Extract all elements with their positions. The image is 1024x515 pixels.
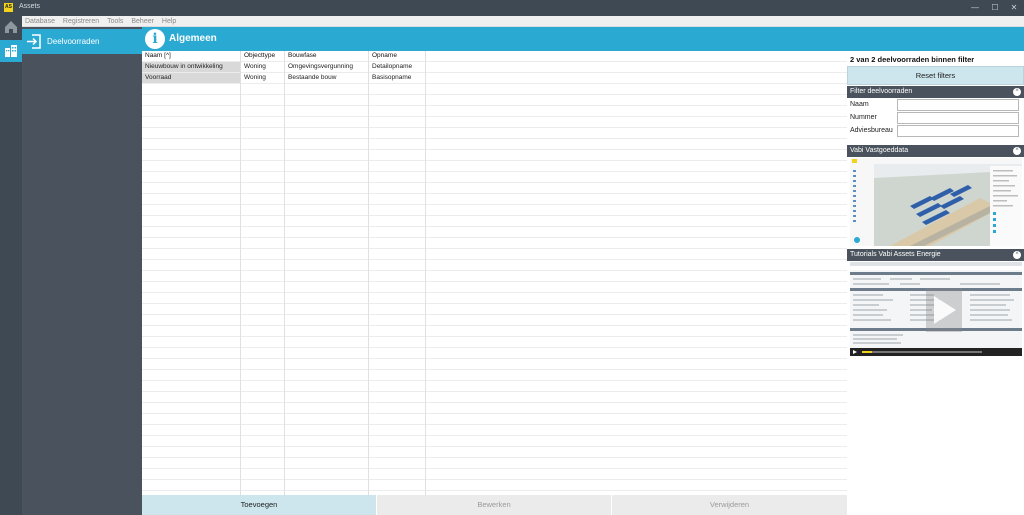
naam-field[interactable]	[897, 99, 1019, 111]
filter-row-naam: Naam	[847, 99, 1024, 111]
app-logo-icon: AS	[4, 3, 13, 12]
adviesbureau-field[interactable]	[897, 125, 1019, 137]
buildings-button[interactable]	[0, 40, 22, 62]
vastgoeddata-section-title: Vabi Vastgoeddata	[850, 147, 909, 154]
menu-tools[interactable]: Tools	[104, 16, 126, 27]
table-row-2-bouwfase[interactable]: Bestaande bouw	[285, 73, 368, 83]
menu-registreren[interactable]: Registreren	[60, 16, 102, 27]
section-header: i Algemeen	[142, 27, 1024, 51]
nav-panel: Deelvoorraden	[22, 27, 142, 515]
right-panel: 2 van 2 deelvoorraden binnen filter Rese…	[847, 51, 1024, 515]
reset-filters-button[interactable]: Reset filters	[847, 66, 1024, 85]
collapse-icon[interactable]: ^	[1013, 147, 1021, 155]
nav-item-deelvoorraden[interactable]: Deelvoorraden	[22, 29, 142, 54]
edit-button[interactable]: Bewerken	[377, 495, 611, 515]
left-rail	[0, 16, 22, 515]
header-bouwfase[interactable]: Bouwfase	[285, 51, 368, 61]
enter-icon	[27, 34, 41, 49]
menu-bar: Database Registreren Tools Beheer Help	[22, 16, 1024, 27]
vastgoeddata-section-header[interactable]: Vabi Vastgoeddata ^	[847, 145, 1024, 157]
table-row-1-objecttype[interactable]: Woning	[241, 62, 284, 72]
table-row-1-opname[interactable]: Detailopname	[369, 62, 425, 72]
page-title: Algemeen	[169, 33, 217, 44]
maximize-button[interactable]: ☐	[988, 2, 1002, 14]
menu-database[interactable]: Database	[22, 16, 58, 27]
action-bar: Toevoegen Bewerken Verwijderen	[142, 495, 847, 515]
header-opname[interactable]: Opname	[369, 51, 425, 61]
filter-label-nummer: Nummer	[850, 114, 877, 121]
column-opname	[369, 51, 426, 495]
nummer-field[interactable]	[897, 112, 1019, 124]
filter-label-adviesbureau: Adviesbureau	[850, 127, 893, 134]
header-naam[interactable]: Naam [^]	[142, 51, 240, 61]
filter-label-naam: Naam	[850, 101, 869, 108]
home-icon	[5, 21, 17, 33]
column-objecttype	[241, 51, 285, 495]
close-button[interactable]: ✕	[1007, 2, 1021, 14]
filter-row-adviesbureau: Adviesbureau	[847, 125, 1024, 137]
tutorials-section-header[interactable]: Tutorials Vabi Assets Energie ^	[847, 249, 1024, 261]
header-objecttype[interactable]: Objecttype	[241, 51, 284, 61]
buildings-icon	[5, 45, 17, 57]
map-3d-image	[850, 158, 1022, 246]
title-bar: AS Assets — ☐ ✕	[0, 0, 1024, 16]
deelvoorraden-table: Naam [^] Objecttype Bouwfase Opname Nieu…	[142, 51, 847, 495]
info-icon: i	[145, 29, 165, 49]
vastgoeddata-thumbnail[interactable]	[850, 158, 1022, 246]
video-player-image	[850, 262, 1022, 356]
table-row-2-opname[interactable]: Basisopname	[369, 73, 425, 83]
minimize-button[interactable]: —	[968, 2, 982, 14]
menu-beheer[interactable]: Beheer	[128, 16, 157, 27]
column-naam	[142, 51, 241, 495]
table-row-1-bouwfase[interactable]: Omgevingsvergunning	[285, 62, 368, 72]
tutorials-section-title: Tutorials Vabi Assets Energie	[850, 251, 941, 258]
tutorial-video-thumbnail[interactable]	[850, 262, 1022, 356]
collapse-icon[interactable]: ^	[1013, 88, 1021, 96]
add-button[interactable]: Toevoegen	[142, 495, 376, 515]
delete-button[interactable]: Verwijderen	[612, 495, 847, 515]
filter-count: 2 van 2 deelvoorraden binnen filter	[850, 55, 975, 64]
home-button[interactable]	[0, 16, 22, 38]
collapse-icon[interactable]: ^	[1013, 251, 1021, 259]
nav-item-label: Deelvoorraden	[47, 37, 100, 46]
window-title: Assets	[19, 3, 41, 10]
filter-section-title: Filter deelvoorraden	[850, 88, 913, 95]
column-bouwfase	[285, 51, 369, 495]
filter-section-header[interactable]: Filter deelvoorraden ^	[847, 86, 1024, 98]
filter-row-nummer: Nummer	[847, 112, 1024, 124]
table-row-2-objecttype[interactable]: Woning	[241, 73, 284, 83]
table-row-2-naam[interactable]: Voorraad	[142, 73, 240, 83]
menu-help[interactable]: Help	[159, 16, 179, 27]
table-row-1-naam[interactable]: Nieuwbouw in ontwikkeling	[142, 62, 240, 72]
